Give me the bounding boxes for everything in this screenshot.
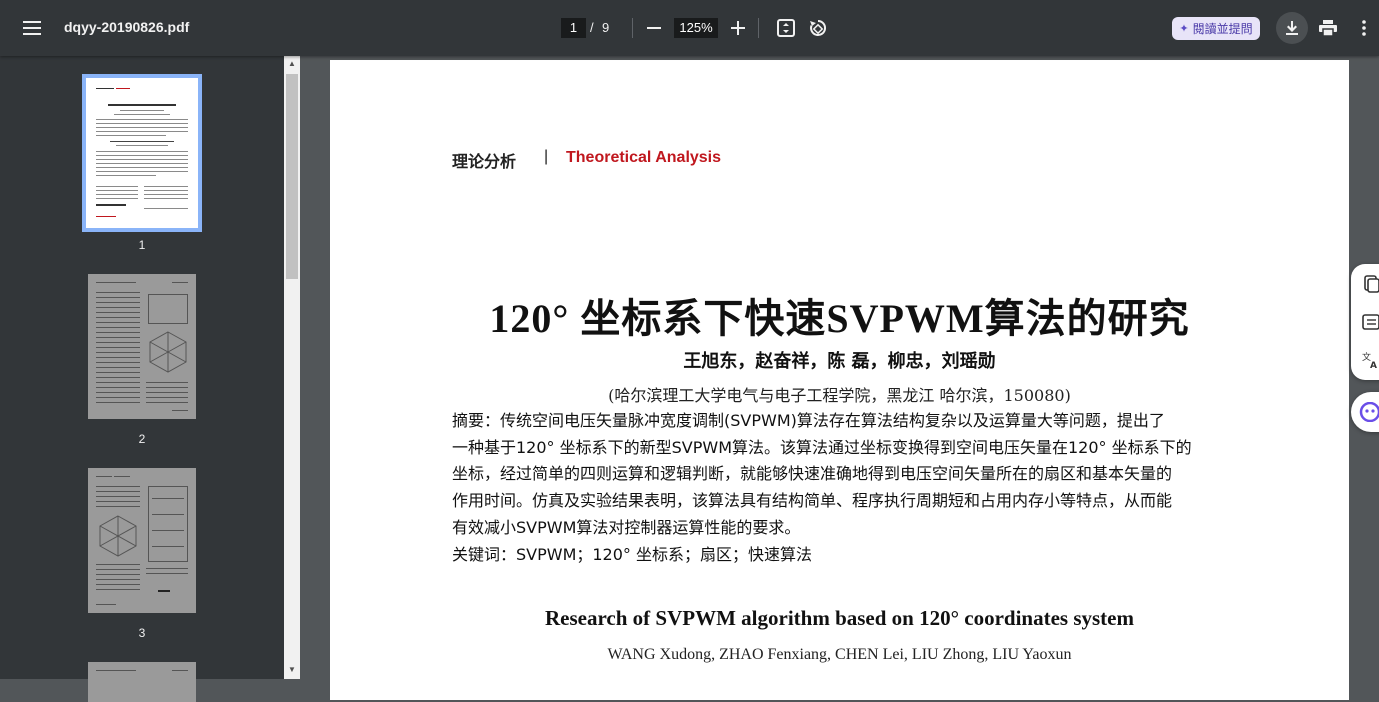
page-thumbnail-3[interactable] xyxy=(88,468,196,613)
rotate-button[interactable] xyxy=(802,12,834,44)
paper-title-en: Research of SVPWM algorithm based on 120… xyxy=(545,606,1134,630)
side-tools-panel: 文A xyxy=(1351,264,1379,380)
fit-page-icon xyxy=(777,19,795,37)
thumbnail-number: 3 xyxy=(138,626,146,640)
paper-title: 120° 坐标系下快速SVPWM算法的研究 xyxy=(489,296,1190,341)
minus-icon xyxy=(647,27,661,29)
toolbar-divider xyxy=(758,18,759,38)
hamburger-icon xyxy=(23,21,41,35)
translate-icon[interactable]: 文A xyxy=(1361,350,1379,370)
download-icon xyxy=(1286,21,1298,35)
page-thumbnail-1[interactable] xyxy=(82,74,202,232)
sidebar-scrollbar-thumb[interactable] xyxy=(286,74,298,279)
page-total: 9 xyxy=(602,20,610,35)
pdf-page: 理论分析 | Theoretical Analysis 120° 坐标系下快速S… xyxy=(330,60,1349,700)
rotate-icon xyxy=(810,19,827,36)
thumbnail-number: 2 xyxy=(138,432,146,446)
abstract-line: 作用时间。仿真及实验结果表明，该算法具有结构简单、程序执行周期短和占用内存小等特… xyxy=(452,491,1173,511)
section-separator: | xyxy=(544,148,549,165)
ask-ai-label: 閱讀並提問 xyxy=(1192,22,1253,36)
section-label-en: Theoretical Analysis xyxy=(566,149,722,166)
paper-keywords: 关键词：SVPWM；120° 坐标系；扇区；快速算法 xyxy=(452,545,813,564)
print-icon xyxy=(1319,20,1337,36)
page-thumbnail-2[interactable] xyxy=(88,274,196,419)
document-copy-icon[interactable] xyxy=(1361,274,1379,294)
thumbnail-sidebar: 1 2 3 xyxy=(0,56,300,702)
section-label-cn: 理论分析 xyxy=(452,152,517,171)
assistant-button[interactable] xyxy=(1351,392,1379,432)
download-button[interactable] xyxy=(1276,12,1308,44)
menu-button[interactable] xyxy=(16,12,48,44)
fit-to-page-button[interactable] xyxy=(770,12,802,44)
assistant-icon xyxy=(1359,402,1379,422)
paper-authors: 王旭东，赵奋祥，陈 磊，柳忠，刘瑶勋 xyxy=(683,351,996,372)
more-vert-icon xyxy=(1362,20,1366,36)
page-separator: / xyxy=(590,20,594,35)
abstract-line: 摘要：传统空间电压矢量脉冲宽度调制(SVPWM)算法存在算法结构复杂以及运算量大… xyxy=(452,411,1165,430)
more-options-button[interactable] xyxy=(1348,12,1379,44)
zoom-in-button[interactable] xyxy=(722,12,754,44)
page-thumbnail-4[interactable] xyxy=(88,662,196,702)
paper-affiliation: (哈尔滨理工大学电气与电子工程学院，黑龙江 哈尔滨，150080) xyxy=(608,386,1071,405)
zoom-out-button[interactable] xyxy=(638,12,670,44)
scroll-up-arrow-icon[interactable]: ▲ xyxy=(284,58,300,70)
abstract-line: 有效减小SVPWM算法对控制器运算性能的要求。 xyxy=(452,517,801,537)
abstract-line: 坐标，经过简单的四则运算和逻辑判断，就能够快速准确地得到电压空间矢量所在的扇区和… xyxy=(452,464,1173,484)
pdf-toolbar: dqyy-20190826.pdf 1 / 9 125% ✦ 閱讀並提問 xyxy=(0,0,1379,56)
notes-icon[interactable] xyxy=(1361,312,1379,332)
plus-icon xyxy=(731,21,745,35)
paper-authors-en: WANG Xudong, ZHAO Fenxiang, CHEN Lei, LI… xyxy=(607,646,1072,663)
ask-ai-button[interactable]: ✦ 閱讀並提問 xyxy=(1172,17,1260,40)
thumbnail-number: 1 xyxy=(138,238,146,252)
abstract-line: 一种基于120° 坐标系下的新型SVPWM算法。该算法通过坐标变换得到空间电压矢… xyxy=(452,437,1192,457)
svg-text:A: A xyxy=(1370,361,1377,370)
toolbar-divider xyxy=(632,18,633,38)
sparkle-icon: ✦ xyxy=(1179,23,1189,35)
paper-abstract: 摘要：传统空间电压矢量脉冲宽度调制(SVPWM)算法存在算法结构复杂以及运算量大… xyxy=(452,408,1228,542)
scroll-down-arrow-icon[interactable]: ▼ xyxy=(284,664,300,676)
print-button[interactable] xyxy=(1312,12,1344,44)
zoom-level-input[interactable]: 125% xyxy=(674,18,718,38)
page-number-input[interactable]: 1 xyxy=(561,18,586,38)
document-filename: dqyy-20190826.pdf xyxy=(64,19,190,35)
